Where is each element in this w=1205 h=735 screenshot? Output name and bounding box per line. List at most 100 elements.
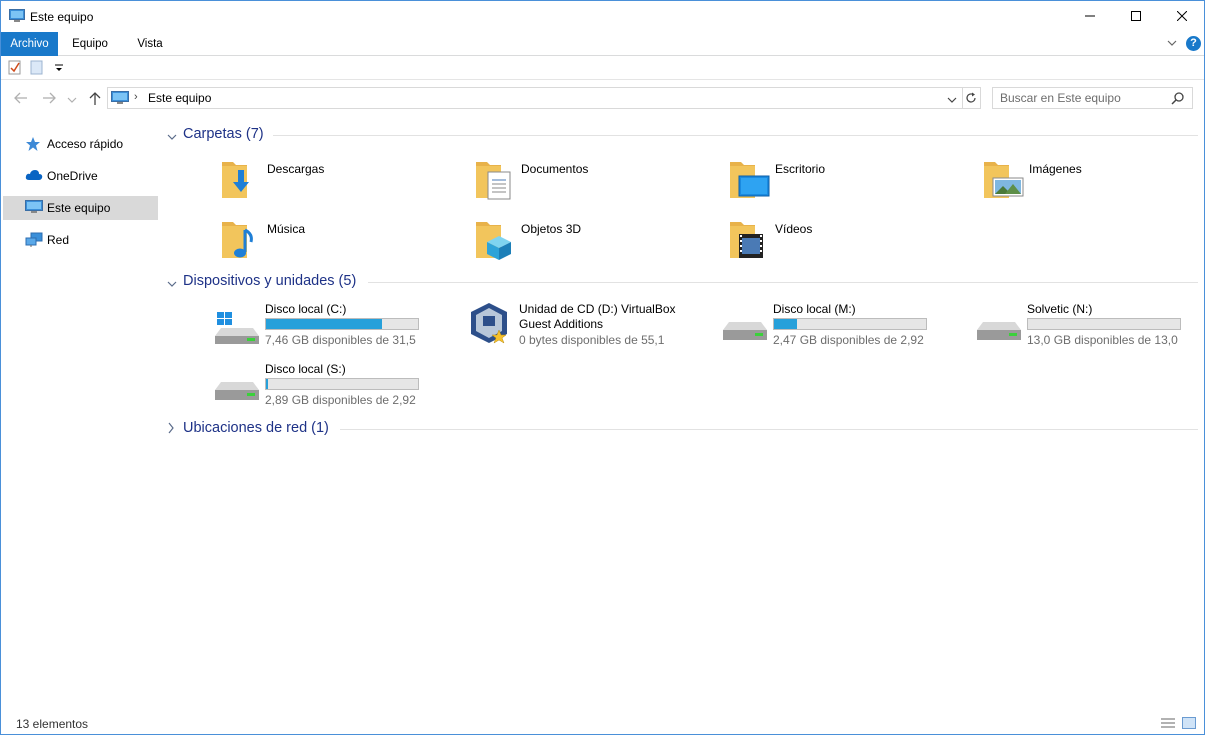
content-pane: Carpetas (7) Descargas Documentos Escrit…: [159, 116, 1204, 706]
group-label: Ubicaciones de red (1): [183, 420, 329, 436]
hard-drive-icon: [723, 322, 769, 345]
drive-m[interactable]: Disco local (M:) 2,47 GB disponibles de …: [723, 302, 973, 362]
folder-musica[interactable]: Música: [221, 218, 471, 274]
refresh-button[interactable]: [961, 87, 981, 109]
sidebar-item-onedrive[interactable]: OneDrive: [3, 164, 158, 188]
folder-imagenes[interactable]: Imágenes: [983, 158, 1205, 214]
breadcrumb-este-equipo[interactable]: Este equipo: [148, 91, 211, 105]
group-header-ubicaciones-red[interactable]: Ubicaciones de red (1): [165, 419, 1198, 439]
folder-objetos-3d[interactable]: Objetos 3D: [475, 218, 725, 274]
computer-icon: [111, 91, 129, 108]
drive-name: Disco local (C:): [265, 302, 347, 316]
close-button[interactable]: [1159, 1, 1205, 31]
search-icon[interactable]: [1171, 91, 1185, 108]
folder-escritorio[interactable]: Escritorio: [729, 158, 979, 214]
drive-free-space: 2,47 GB disponibles de 2,92: [773, 333, 924, 347]
pictures-folder-icon: [983, 158, 1025, 203]
chevron-down-icon[interactable]: [947, 93, 957, 107]
sidebar-item-label: Red: [47, 233, 70, 247]
drive-free-space: 0 bytes disponibles de 55,1: [519, 333, 665, 347]
drive-free-space: 13,0 GB disponibles de 13,0: [1027, 333, 1178, 347]
recent-locations-icon[interactable]: [67, 93, 77, 107]
group-label: Dispositivos y unidades (5): [183, 273, 357, 289]
sidebar-item-este-equipo[interactable]: Este equipo: [3, 196, 158, 220]
item-count: 13 elementos: [16, 717, 89, 731]
drive-name: Disco local (S:): [265, 362, 346, 376]
folder-descargas[interactable]: Descargas: [221, 158, 471, 214]
drive-name: Solvetic (N:): [1027, 302, 1093, 316]
status-bar: 13 elementos: [1, 712, 1204, 734]
folder-name: Objetos 3D: [521, 222, 582, 236]
drive-d[interactable]: Unidad de CD (D:) VirtualBox Guest Addit…: [469, 302, 719, 362]
sidebar-item-label: Este equipo: [47, 201, 111, 215]
drive-s[interactable]: Disco local (S:) 2,89 GB disponibles de …: [215, 362, 465, 422]
group-label: Carpetas (7): [183, 126, 264, 142]
sidebar-item-label: Acceso rápido: [47, 137, 124, 151]
drive-name-line2: Guest Additions: [519, 317, 604, 331]
sidebar-item-red[interactable]: Red: [3, 228, 158, 252]
drive-usage-bar: [265, 378, 419, 390]
music-folder-icon: [221, 218, 261, 263]
computer-icon: [9, 9, 25, 26]
large-icons-view-icon[interactable]: [1182, 717, 1196, 732]
drive-usage-bar: [1027, 318, 1181, 330]
sidebar-item-acceso-rapido[interactable]: Acceso rápido: [3, 132, 158, 156]
tab-vista[interactable]: Vista: [125, 32, 175, 56]
drive-c[interactable]: Disco local (C:) 7,46 GB disponibles de …: [215, 302, 465, 362]
search-box[interactable]: Buscar en Este equipo: [992, 87, 1193, 109]
help-icon[interactable]: ?: [1186, 36, 1201, 51]
folder-documentos[interactable]: Documentos: [475, 158, 725, 214]
breadcrumb-separator[interactable]: ›: [134, 91, 138, 103]
chevron-right-icon[interactable]: [167, 422, 175, 437]
folder-name: Vídeos: [775, 222, 813, 236]
chevron-down-icon[interactable]: [167, 277, 177, 291]
search-placeholder[interactable]: Buscar en Este equipo: [1000, 91, 1121, 105]
star-icon: [25, 136, 41, 155]
folder-name: Imágenes: [1029, 162, 1082, 176]
back-arrow-icon[interactable]: [13, 90, 29, 109]
tab-archivo[interactable]: Archivo: [1, 32, 58, 56]
address-bar[interactable]: › Este equipo: [107, 87, 963, 109]
details-view-icon[interactable]: [1161, 717, 1175, 732]
drive-usage-fill: [774, 319, 797, 329]
desktop-folder-icon: [729, 158, 771, 203]
folder-name: Descargas: [267, 162, 325, 176]
folder-videos[interactable]: Vídeos: [729, 218, 979, 274]
windows-drive-icon: [215, 312, 261, 349]
computer-icon: [25, 200, 43, 217]
customize-toolbar-icon[interactable]: [54, 62, 64, 76]
downloads-folder-icon: [221, 158, 261, 203]
network-icon: [25, 232, 43, 251]
drive-free-space: 7,46 GB disponibles de 31,5: [265, 333, 416, 347]
quick-access-toolbar: [1, 56, 1204, 80]
group-header-carpetas[interactable]: Carpetas (7): [165, 125, 1198, 145]
up-arrow-icon[interactable]: [87, 90, 103, 109]
expand-ribbon-icon[interactable]: [1166, 37, 1178, 52]
drive-usage-fill: [266, 319, 382, 329]
drive-usage-fill: [266, 379, 268, 389]
hard-drive-icon: [215, 382, 261, 405]
folder-name: Documentos: [521, 162, 589, 176]
folder-name: Escritorio: [775, 162, 826, 176]
properties-icon[interactable]: [8, 60, 22, 78]
maximize-button[interactable]: [1113, 1, 1159, 31]
chevron-down-icon[interactable]: [167, 130, 177, 144]
tab-equipo[interactable]: Equipo: [62, 32, 118, 56]
title-bar: Este equipo: [1, 1, 1204, 32]
group-header-dispositivos[interactable]: Dispositivos y unidades (5): [165, 272, 1198, 292]
new-folder-icon[interactable]: [30, 60, 44, 78]
navigation-bar: › Este equipo Buscar en Este equipo: [1, 80, 1204, 116]
drive-usage-bar: [773, 318, 927, 330]
drive-usage-bar: [265, 318, 419, 330]
minimize-button[interactable]: [1067, 1, 1113, 31]
group-divider: [273, 135, 1198, 136]
virtualbox-cd-icon: [469, 302, 513, 351]
drive-free-space: 2,89 GB disponibles de 2,92: [265, 393, 416, 407]
group-divider: [340, 429, 1198, 430]
forward-arrow-icon[interactable]: [41, 90, 57, 109]
drive-n[interactable]: Solvetic (N:) 13,0 GB disponibles de 13,…: [977, 302, 1205, 362]
refresh-icon: [965, 92, 976, 103]
3d-objects-folder-icon: [475, 218, 515, 263]
videos-folder-icon: [729, 218, 769, 263]
explorer-window: Este equipo Archivo Equipo Vista ? › Est…: [0, 0, 1205, 735]
